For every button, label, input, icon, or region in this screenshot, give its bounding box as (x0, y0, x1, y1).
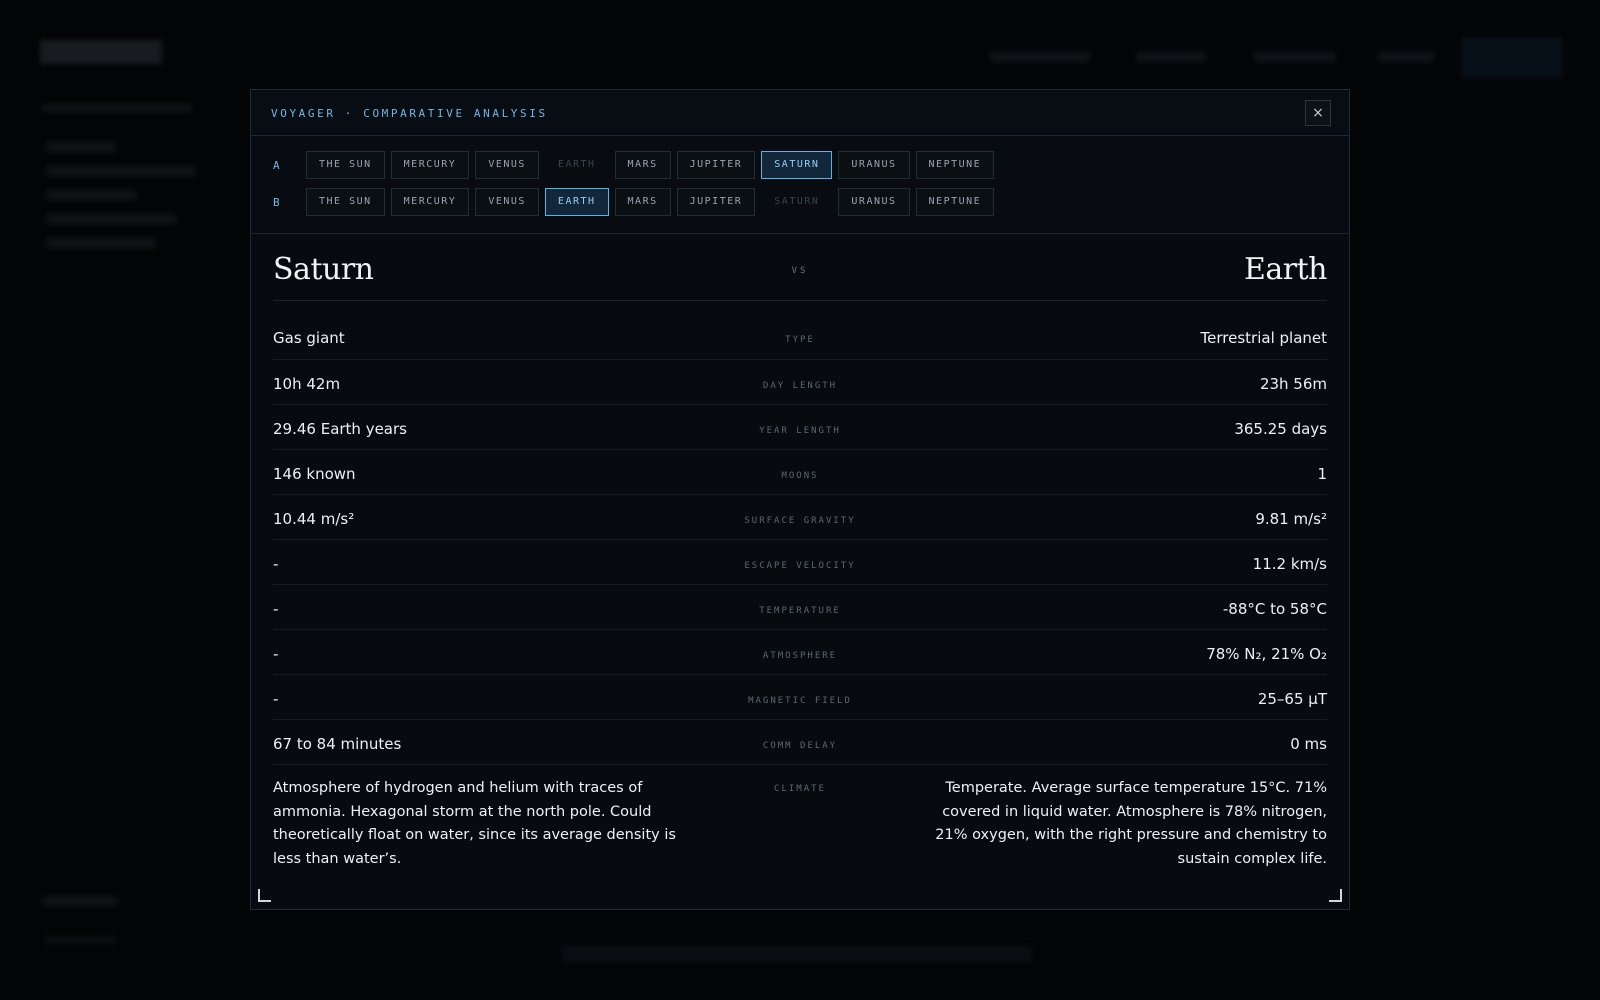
label-year-length: YEAR LENGTH (759, 426, 841, 436)
row-escape-velocity: - ESCAPE VELOCITY 11.2 km/s (273, 540, 1327, 585)
chip-b-the-sun[interactable]: THE SUN (306, 188, 385, 216)
value-b-temperature: -88°C to 58°C (1222, 600, 1327, 618)
modal-title: VOYAGER · COMPARATIVE ANALYSIS (271, 107, 548, 120)
chip-b-mars[interactable]: MARS (614, 188, 671, 216)
comparison-names: Saturn VS Earth (273, 234, 1328, 301)
label-escape-velocity: ESCAPE VELOCITY (744, 561, 856, 571)
background-footer-label (42, 896, 118, 906)
chip-b-venus[interactable]: VENUS (475, 188, 539, 216)
chip-a-jupiter[interactable]: JUPITER (676, 151, 756, 179)
value-b-moons: 1 (1317, 465, 1327, 483)
background-nav-item (1378, 52, 1434, 62)
modal-header: VOYAGER · COMPARATIVE ANALYSIS × (251, 90, 1349, 136)
chip-b-saturn: SATURN (774, 196, 820, 207)
chip-b-mercury[interactable]: MERCURY (390, 188, 470, 216)
label-atmosphere: ATMOSPHERE (762, 651, 838, 661)
row-atmosphere: - ATMOSPHERE 78% N₂, 21% O₂ (273, 630, 1327, 675)
label-type: TYPE (785, 335, 815, 345)
background-nav-item (1254, 52, 1336, 62)
background-footer-bar (562, 946, 1032, 962)
selector-chips-b: THE SUN MERCURY VENUS EARTH MARS JUPITER SATUR… (306, 188, 1000, 216)
row-moons: 146 known MOONS 1 (273, 450, 1327, 495)
value-b-surface-gravity: 9.81 m/s² (1255, 510, 1327, 528)
chip-a-mars[interactable]: MARS (614, 151, 671, 179)
comparison-rows: Gas giant TYPE Terrestrial planet 10h 42m DA… (273, 301, 1327, 885)
background-subtitle (42, 104, 192, 112)
selector-row-a: A THE SUN MERCURY VENUS EARTH MARS JUPITER SAT… (251, 151, 1349, 179)
value-b-type: Terrestrial planet (1200, 329, 1327, 347)
body-b-name: Earth (1243, 252, 1328, 287)
chip-b-neptune[interactable]: NEPTUNE (915, 188, 995, 216)
selector-letter-b: B (273, 195, 280, 209)
selector-letter-a: A (273, 158, 280, 172)
background-nav-item (990, 52, 1090, 62)
value-b-day-length: 23h 56m (1259, 375, 1327, 393)
comparison-modal: VOYAGER · COMPARATIVE ANALYSIS × A THE S… (250, 89, 1350, 910)
chip-a-mercury[interactable]: MERCURY (390, 151, 470, 179)
row-climate: Atmosphere of hydrogen and helium with t… (273, 765, 1327, 885)
chip-b-uranus[interactable]: URANUS (838, 188, 910, 216)
background-list-item (46, 214, 176, 224)
label-magnetic-field: MAGNETIC FIELD (748, 696, 852, 706)
row-day-length: 10h 42m DAY LENGTH 23h 56m (273, 360, 1327, 405)
chip-a-the-sun[interactable]: THE SUN (306, 151, 385, 179)
chip-a-neptune[interactable]: NEPTUNE (915, 151, 995, 179)
background-footer-label (46, 936, 116, 944)
background-list-item (46, 238, 156, 248)
background-logo (40, 40, 162, 64)
row-year-length: 29.46 Earth years YEAR LENGTH 365.25 days (273, 405, 1327, 450)
row-magnetic-field: - MAGNETIC FIELD 25–65 µT (273, 675, 1327, 720)
label-day-length: DAY LENGTH (762, 381, 838, 391)
background-nav-item (1136, 52, 1206, 62)
body-selectors: A THE SUN MERCURY VENUS EARTH MARS JUPITER SAT… (251, 136, 1349, 234)
value-b-comm-delay: 0 ms (1290, 735, 1327, 753)
chip-b-earth[interactable]: EARTH (544, 188, 609, 216)
chip-a-earth: EARTH (557, 159, 596, 170)
background-list-item (46, 142, 116, 152)
close-icon: × (1312, 105, 1324, 121)
value-b-escape-velocity: 11.2 km/s (1252, 555, 1327, 573)
label-moons: MOONS (781, 471, 819, 481)
chip-a-uranus[interactable]: URANUS (838, 151, 910, 179)
selector-row-b: B THE SUN MERCURY VENUS EARTH MARS JUPITER SAT… (251, 188, 1349, 216)
background-nav-button (1462, 38, 1562, 78)
vs-label: VS (791, 266, 809, 276)
chip-b-jupiter[interactable]: JUPITER (676, 188, 756, 216)
label-temperature: TEMPERATURE (759, 606, 841, 616)
row-type: Gas giant TYPE Terrestrial planet (273, 301, 1327, 360)
row-comm-delay: 67 to 84 minutes COMM DELAY 0 ms (273, 720, 1327, 765)
chip-a-saturn[interactable]: SATURN (761, 151, 833, 179)
selector-chips-a: THE SUN MERCURY VENUS EARTH MARS JUPITER SATUR… (306, 151, 1000, 179)
value-b-climate: Temperate. Average surface temperature 1… (935, 780, 1327, 867)
label-comm-delay: COMM DELAY (762, 741, 838, 751)
value-b-atmosphere: 78% N₂, 21% O₂ (1206, 645, 1327, 663)
row-temperature: - TEMPERATURE -88°C to 58°C (273, 585, 1327, 630)
chip-a-venus[interactable]: VENUS (475, 151, 539, 179)
corner-bracket (258, 889, 271, 902)
value-b-magnetic-field: 25–65 µT (1257, 690, 1327, 708)
background-list-item (46, 166, 196, 176)
comparison-table: Saturn VS Earth Gas giant TYPE Terrestrial… (251, 234, 1349, 885)
value-b-year-length: 365.25 days (1234, 420, 1327, 438)
close-button[interactable]: × (1305, 100, 1331, 126)
corner-bracket (1329, 889, 1342, 902)
background-list-item (46, 190, 136, 200)
label-surface-gravity: SURFACE GRAVITY (744, 516, 856, 526)
row-surface-gravity: 10.44 m/s² SURFACE GRAVITY 9.81 m/s² (273, 495, 1327, 540)
